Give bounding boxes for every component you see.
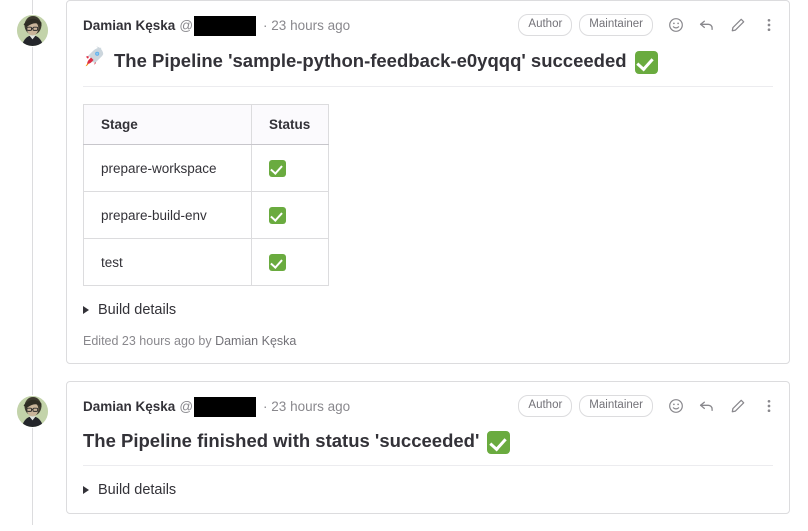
username-at-symbol: @ — [179, 17, 194, 33]
badge-author: Author — [518, 395, 573, 417]
username-redaction-box — [194, 16, 257, 36]
cell-stage-name: test — [83, 238, 252, 286]
white-check-mark-icon — [269, 159, 286, 177]
reply-icon[interactable] — [698, 398, 715, 415]
note-card: Damian Kęska @ · 23 hours ago Author Mai… — [66, 0, 790, 364]
chevron-right-icon — [83, 306, 89, 314]
timestamp-text: 23 hours ago — [271, 398, 351, 414]
note-item: Damian Kęska @ · 23 hours ago Author Mai… — [14, 0, 790, 364]
more-actions-icon[interactable] — [760, 398, 777, 415]
table-row: prepare-build-env — [83, 191, 329, 239]
note-item: Damian Kęska @ · 23 hours ago Author Mai… — [14, 381, 790, 514]
chevron-right-icon — [83, 486, 89, 494]
note-card: Damian Kęska @ · 23 hours ago Author Mai… — [66, 381, 790, 514]
note-title-text: The Pipeline finished with status 'succe… — [83, 430, 480, 451]
edited-by-author[interactable]: Damian Kęska — [215, 334, 296, 348]
note-body: The Pipeline finished with status 'succe… — [67, 424, 789, 513]
more-actions-icon[interactable] — [760, 17, 777, 34]
stage-table-container: Stage Status prepare-workspace prepare-b… — [83, 87, 773, 286]
edit-pencil-icon[interactable] — [729, 17, 746, 34]
note-header: Damian Kęska @ · 23 hours ago Author Mai… — [67, 382, 789, 424]
discussion-thread-page: Damian Kęska @ · 23 hours ago Author Mai… — [0, 0, 808, 525]
timestamp-text: 23 hours ago — [271, 17, 351, 33]
build-details-label: Build details — [98, 482, 177, 498]
cell-stage-status — [251, 191, 329, 239]
cell-stage-name: prepare-workspace — [83, 144, 252, 192]
avatar[interactable] — [16, 395, 49, 428]
author-name[interactable]: Damian Kęska — [83, 398, 175, 415]
cell-stage-status — [251, 144, 329, 192]
username-redaction-box — [194, 397, 257, 417]
reply-icon[interactable] — [698, 17, 715, 34]
edited-info: Edited 23 hours ago by Damian Kęska — [83, 318, 773, 348]
author-name[interactable]: Damian Kęska — [83, 17, 175, 34]
add-reaction-icon[interactable] — [667, 398, 684, 415]
build-details-toggle[interactable]: Build details — [83, 466, 773, 498]
timestamp-separator: · — [263, 398, 268, 414]
column-header-status: Status — [251, 104, 329, 145]
note-body: The Pipeline 'sample-python-feedback-e0y… — [67, 43, 789, 363]
badge-maintainer: Maintainer — [579, 14, 653, 36]
note-timestamp[interactable]: · 23 hours ago — [263, 17, 350, 34]
note-actions — [667, 17, 777, 34]
role-badges: Author Maintainer — [518, 14, 653, 36]
white-check-mark-icon — [269, 206, 286, 224]
white-check-mark-icon — [634, 46, 658, 76]
notes-list: Damian Kęska @ · 23 hours ago Author Mai… — [0, 0, 808, 531]
table-header-row: Stage Status — [83, 104, 329, 145]
build-details-label: Build details — [98, 302, 177, 318]
note-title-text: The Pipeline 'sample-python-feedback-e0y… — [114, 50, 627, 71]
note-title: The Pipeline 'sample-python-feedback-e0y… — [83, 43, 773, 86]
role-badges: Author Maintainer — [518, 395, 653, 417]
add-reaction-icon[interactable] — [667, 17, 684, 34]
rocket-icon — [83, 45, 106, 77]
note-actions — [667, 398, 777, 415]
note-title: The Pipeline finished with status 'succe… — [83, 424, 773, 465]
cell-stage-name: prepare-build-env — [83, 191, 252, 239]
username-at-symbol: @ — [179, 398, 194, 414]
column-header-stage: Stage — [83, 104, 252, 145]
table-row: prepare-workspace — [83, 144, 329, 192]
white-check-mark-icon — [269, 253, 286, 271]
timestamp-separator: · — [263, 17, 268, 33]
avatar[interactable] — [16, 14, 49, 47]
badge-author: Author — [518, 14, 573, 36]
edit-pencil-icon[interactable] — [729, 398, 746, 415]
build-details-toggle[interactable]: Build details — [83, 286, 773, 318]
white-check-mark-icon — [487, 426, 511, 456]
edited-prefix: Edited 23 hours ago by — [83, 334, 212, 348]
badge-maintainer: Maintainer — [579, 395, 653, 417]
note-header: Damian Kęska @ · 23 hours ago Author Mai… — [67, 1, 789, 43]
cell-stage-status — [251, 238, 329, 286]
stage-status-table: Stage Status prepare-workspace prepare-b… — [83, 104, 329, 286]
note-timestamp[interactable]: · 23 hours ago — [263, 398, 350, 415]
table-row: test — [83, 238, 329, 286]
